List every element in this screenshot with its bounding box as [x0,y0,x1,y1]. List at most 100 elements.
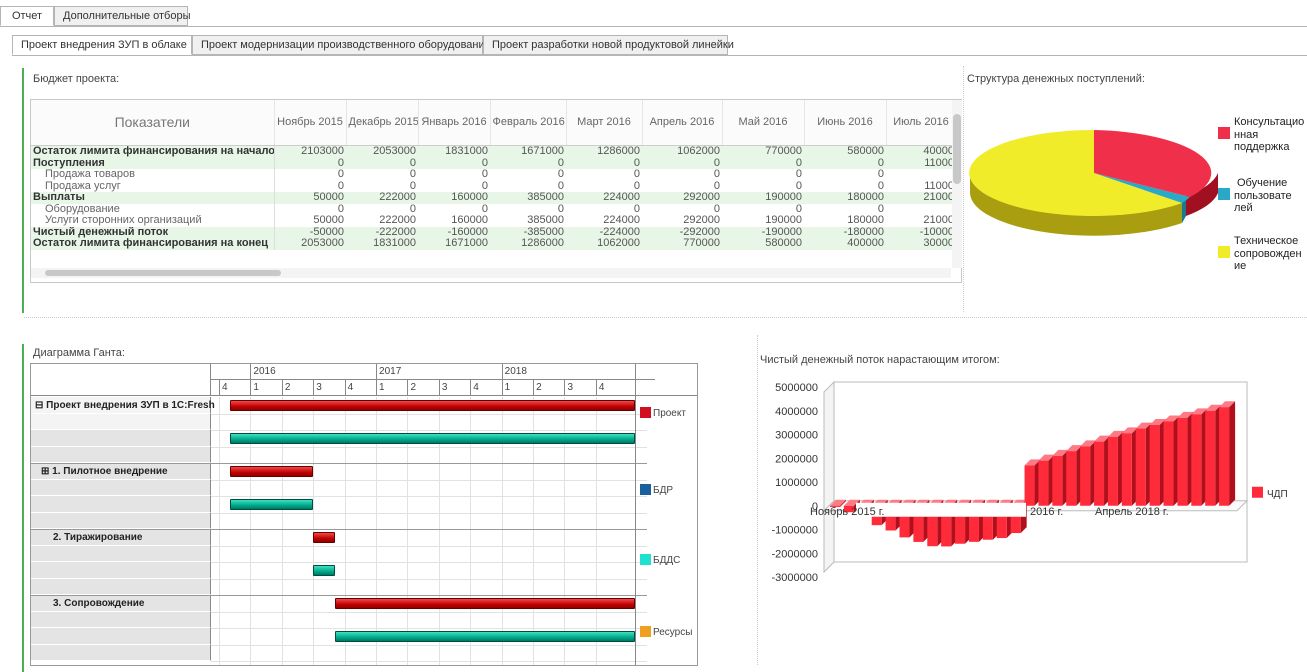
cashflow-bar[interactable] [1191,414,1202,506]
cashflow-bar[interactable] [1038,460,1049,506]
budget-cell[interactable]: 0 [490,204,566,216]
budget-cell[interactable]: 1671000 [490,145,566,158]
budget-cell[interactable]: 50000 [274,192,346,204]
budget-cell[interactable]: 0 [722,204,804,216]
budget-cell[interactable]: 0 [346,181,418,193]
budget-cell[interactable]: 0 [566,204,642,216]
budget-cell[interactable]: 11000 [886,181,956,193]
budget-cell[interactable]: 0 [566,169,642,181]
cashflow-bar[interactable] [1024,465,1035,506]
budget-cell[interactable]: 0 [274,204,346,216]
budget-cell[interactable]: 190000 [722,192,804,204]
gantt-task-label[interactable]: ⊟ Проект внедрения ЗУП в 1С:Fresh [35,400,215,411]
cashflow-bar[interactable] [1052,455,1063,506]
budget-cell[interactable]: -190000 [722,226,804,238]
budget-cell[interactable]: 21000 [886,192,956,204]
budget-cell[interactable]: 0 [418,204,490,216]
budget-column-header[interactable]: Апрель 2016 [642,100,723,146]
budget-cell[interactable]: 11000 [886,157,956,169]
budget-cell[interactable]: -224000 [566,226,642,238]
budget-cell[interactable]: 0 [722,157,804,169]
budget-column-header[interactable]: Декабрь 2015 [346,100,419,146]
budget-column-header[interactable]: Февраль 2016 [490,100,567,146]
budget-vscroll-thumb[interactable] [953,114,961,184]
budget-cell[interactable]: -385000 [490,226,566,238]
budget-cell[interactable]: 50000 [274,215,346,227]
budget-cell[interactable]: 0 [490,157,566,169]
tab-project-zup[interactable]: Проект внедрения ЗУП в облаке [12,35,192,55]
budget-cell[interactable]: 224000 [566,192,642,204]
budget-cell[interactable]: 0 [490,169,566,181]
cashflow-bar[interactable] [1219,407,1230,506]
budget-cell[interactable]: -180000 [804,226,886,238]
budget-cell[interactable]: 1062000 [566,238,642,250]
budget-cell[interactable]: 180000 [804,192,886,204]
budget-column-header[interactable]: Июнь 2016 [804,100,887,146]
budget-cell[interactable]: 0 [274,169,346,181]
budget-cell[interactable]: 1062000 [642,145,722,158]
budget-cell[interactable]: 1286000 [490,238,566,250]
gantt-bar-cashflow[interactable] [313,564,336,576]
budget-column-header[interactable]: Март 2016 [566,100,643,146]
gantt-bar-plan[interactable] [313,531,336,543]
gantt-bar-cashflow[interactable] [229,432,635,444]
budget-cell[interactable]: 2103000 [274,145,346,158]
budget-cell[interactable]: -50000 [274,226,346,238]
budget-column-header[interactable]: Январь 2016 [418,100,491,146]
budget-cell[interactable]: 0 [346,157,418,169]
gantt-task-label[interactable]: 3. Сопровождение [53,598,144,609]
budget-cell[interactable] [886,204,956,216]
budget-cell[interactable]: 0 [642,157,722,169]
tab-report[interactable]: Отчет [0,6,54,26]
budget-cell[interactable]: 0 [274,181,346,193]
budget-cell[interactable]: 2053000 [274,238,346,250]
cashflow-bar[interactable] [1135,428,1146,506]
budget-cell[interactable]: 0 [566,181,642,193]
budget-cell[interactable]: 292000 [642,192,722,204]
budget-cell[interactable]: 0 [642,169,722,181]
budget-cell[interactable]: -292000 [642,226,722,238]
budget-cell[interactable]: 0 [490,181,566,193]
budget-cell[interactable]: 1286000 [566,145,642,158]
cashflow-bar[interactable] [1107,436,1118,506]
cashflow-bar[interactable] [1066,451,1077,506]
budget-cell[interactable]: -222000 [346,226,418,238]
budget-cell[interactable]: 292000 [642,215,722,227]
budget-cell[interactable]: 0 [642,181,722,193]
gantt-task-label[interactable]: 2. Тиражирование [53,532,142,543]
budget-cell[interactable]: 222000 [346,192,418,204]
tab-extra-filters[interactable]: Дополнительные отборы [54,6,191,26]
budget-cell[interactable]: 0 [418,181,490,193]
budget-cell[interactable]: 1831000 [346,238,418,250]
tab-project-modernization[interactable]: Проект модернизации производственного об… [192,35,491,55]
budget-cell[interactable]: 0 [566,157,642,169]
budget-cell[interactable]: 0 [418,157,490,169]
budget-cell[interactable]: 190000 [722,215,804,227]
cashflow-bar[interactable] [1094,441,1105,506]
budget-hscroll-thumb[interactable] [45,270,281,276]
budget-cell[interactable]: 222000 [346,215,418,227]
budget-cell[interactable]: 1671000 [418,238,490,250]
budget-cell[interactable]: 160000 [418,215,490,227]
budget-cell[interactable]: 0 [804,181,886,193]
budget-cell[interactable]: 0 [418,169,490,181]
budget-cell[interactable]: 40000 [886,145,956,158]
budget-cell[interactable]: 580000 [722,238,804,250]
budget-cell[interactable]: 224000 [566,215,642,227]
budget-cell[interactable]: 400000 [804,238,886,250]
cashflow-bar[interactable] [1149,425,1160,506]
budget-column-header[interactable]: Июль 2016 [886,100,957,146]
budget-vscrollbar[interactable] [952,100,962,268]
budget-cell[interactable]: 1831000 [418,145,490,158]
budget-hscrollbar[interactable] [31,268,951,278]
gantt-task-label[interactable]: ⊞ 1. Пилотное внедрение [41,466,168,477]
budget-cell[interactable]: 0 [804,169,886,181]
budget-cell[interactable]: 160000 [418,192,490,204]
budget-cell[interactable]: 30000 [886,238,956,250]
budget-cell[interactable]: -160000 [418,226,490,238]
gantt-bar-cashflow[interactable] [335,630,635,642]
cashflow-bar[interactable] [1121,433,1132,506]
budget-column-header[interactable]: Ноябрь 2015 [274,100,347,146]
budget-cell[interactable] [886,169,956,181]
budget-cell[interactable]: 0 [804,157,886,169]
